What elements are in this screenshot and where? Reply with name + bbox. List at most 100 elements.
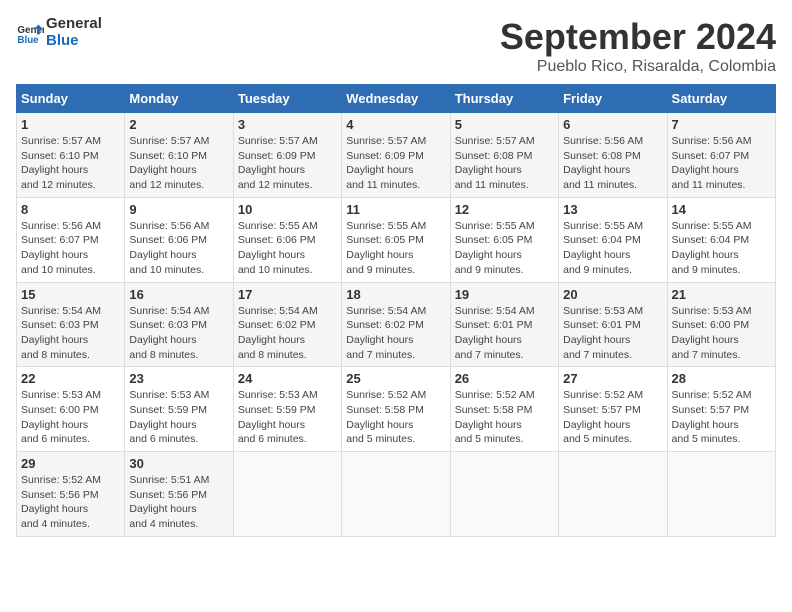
day-info: Sunrise: 5:53 AM Sunset: 6:00 PM Dayligh… (21, 388, 120, 447)
calendar-cell: 1 Sunrise: 5:57 AM Sunset: 6:10 PM Dayli… (17, 113, 125, 198)
day-number: 6 (563, 117, 662, 132)
day-number: 26 (455, 371, 554, 386)
calendar-title: September 2024 (500, 16, 776, 58)
col-tuesday: Tuesday (233, 85, 341, 113)
calendar-cell: 26 Sunrise: 5:52 AM Sunset: 5:58 PM Dayl… (450, 367, 558, 452)
col-thursday: Thursday (450, 85, 558, 113)
calendar-cell: 14 Sunrise: 5:55 AM Sunset: 6:04 PM Dayl… (667, 197, 775, 282)
day-number: 18 (346, 287, 445, 302)
calendar-week-row: 29 Sunrise: 5:52 AM Sunset: 5:56 PM Dayl… (17, 452, 776, 537)
day-info: Sunrise: 5:52 AM Sunset: 5:56 PM Dayligh… (21, 473, 120, 532)
day-number: 22 (21, 371, 120, 386)
day-info: Sunrise: 5:55 AM Sunset: 6:04 PM Dayligh… (672, 219, 771, 278)
day-info: Sunrise: 5:54 AM Sunset: 6:01 PM Dayligh… (455, 304, 554, 363)
day-number: 3 (238, 117, 337, 132)
calendar-cell (559, 452, 667, 537)
col-friday: Friday (559, 85, 667, 113)
day-number: 13 (563, 202, 662, 217)
day-number: 23 (129, 371, 228, 386)
calendar-cell: 7 Sunrise: 5:56 AM Sunset: 6:07 PM Dayli… (667, 113, 775, 198)
calendar-cell: 18 Sunrise: 5:54 AM Sunset: 6:02 PM Dayl… (342, 282, 450, 367)
day-info: Sunrise: 5:54 AM Sunset: 6:02 PM Dayligh… (238, 304, 337, 363)
day-number: 8 (21, 202, 120, 217)
title-section: September 2024 Pueblo Rico, Risaralda, C… (500, 16, 776, 76)
day-number: 1 (21, 117, 120, 132)
day-info: Sunrise: 5:52 AM Sunset: 5:58 PM Dayligh… (455, 388, 554, 447)
day-info: Sunrise: 5:53 AM Sunset: 6:01 PM Dayligh… (563, 304, 662, 363)
day-number: 14 (672, 202, 771, 217)
calendar-cell: 10 Sunrise: 5:55 AM Sunset: 6:06 PM Dayl… (233, 197, 341, 282)
calendar-cell: 6 Sunrise: 5:56 AM Sunset: 6:08 PM Dayli… (559, 113, 667, 198)
day-info: Sunrise: 5:57 AM Sunset: 6:09 PM Dayligh… (346, 134, 445, 193)
day-info: Sunrise: 5:55 AM Sunset: 6:06 PM Dayligh… (238, 219, 337, 278)
logo-blue: Blue (46, 33, 102, 50)
day-number: 21 (672, 287, 771, 302)
day-info: Sunrise: 5:52 AM Sunset: 5:57 PM Dayligh… (672, 388, 771, 447)
day-number: 10 (238, 202, 337, 217)
calendar-cell: 17 Sunrise: 5:54 AM Sunset: 6:02 PM Dayl… (233, 282, 341, 367)
day-number: 16 (129, 287, 228, 302)
day-info: Sunrise: 5:54 AM Sunset: 6:03 PM Dayligh… (129, 304, 228, 363)
day-info: Sunrise: 5:55 AM Sunset: 6:05 PM Dayligh… (346, 219, 445, 278)
calendar-cell (450, 452, 558, 537)
day-info: Sunrise: 5:53 AM Sunset: 5:59 PM Dayligh… (129, 388, 228, 447)
calendar-cell: 27 Sunrise: 5:52 AM Sunset: 5:57 PM Dayl… (559, 367, 667, 452)
day-number: 20 (563, 287, 662, 302)
day-info: Sunrise: 5:57 AM Sunset: 6:10 PM Dayligh… (129, 134, 228, 193)
calendar-cell: 12 Sunrise: 5:55 AM Sunset: 6:05 PM Dayl… (450, 197, 558, 282)
day-number: 29 (21, 456, 120, 471)
day-info: Sunrise: 5:54 AM Sunset: 6:02 PM Dayligh… (346, 304, 445, 363)
calendar-cell: 15 Sunrise: 5:54 AM Sunset: 6:03 PM Dayl… (17, 282, 125, 367)
day-info: Sunrise: 5:57 AM Sunset: 6:08 PM Dayligh… (455, 134, 554, 193)
calendar-cell: 22 Sunrise: 5:53 AM Sunset: 6:00 PM Dayl… (17, 367, 125, 452)
calendar-subtitle: Pueblo Rico, Risaralda, Colombia (500, 58, 776, 76)
calendar-week-row: 1 Sunrise: 5:57 AM Sunset: 6:10 PM Dayli… (17, 113, 776, 198)
calendar-cell: 19 Sunrise: 5:54 AM Sunset: 6:01 PM Dayl… (450, 282, 558, 367)
day-number: 4 (346, 117, 445, 132)
calendar-cell: 4 Sunrise: 5:57 AM Sunset: 6:09 PM Dayli… (342, 113, 450, 198)
day-info: Sunrise: 5:55 AM Sunset: 6:04 PM Dayligh… (563, 219, 662, 278)
logo-icon: General Blue (16, 19, 44, 47)
logo: General Blue General Blue (16, 16, 102, 49)
day-info: Sunrise: 5:53 AM Sunset: 6:00 PM Dayligh… (672, 304, 771, 363)
day-info: Sunrise: 5:52 AM Sunset: 5:57 PM Dayligh… (563, 388, 662, 447)
calendar-header-row: Sunday Monday Tuesday Wednesday Thursday… (17, 85, 776, 113)
calendar-cell: 24 Sunrise: 5:53 AM Sunset: 5:59 PM Dayl… (233, 367, 341, 452)
calendar-table: Sunday Monday Tuesday Wednesday Thursday… (16, 84, 776, 537)
col-monday: Monday (125, 85, 233, 113)
calendar-cell: 20 Sunrise: 5:53 AM Sunset: 6:01 PM Dayl… (559, 282, 667, 367)
day-info: Sunrise: 5:51 AM Sunset: 5:56 PM Dayligh… (129, 473, 228, 532)
day-info: Sunrise: 5:52 AM Sunset: 5:58 PM Dayligh… (346, 388, 445, 447)
day-number: 28 (672, 371, 771, 386)
day-number: 12 (455, 202, 554, 217)
day-number: 2 (129, 117, 228, 132)
calendar-cell: 21 Sunrise: 5:53 AM Sunset: 6:00 PM Dayl… (667, 282, 775, 367)
day-number: 7 (672, 117, 771, 132)
page-header: General Blue General Blue September 2024… (16, 16, 776, 76)
calendar-cell: 30 Sunrise: 5:51 AM Sunset: 5:56 PM Dayl… (125, 452, 233, 537)
calendar-cell: 23 Sunrise: 5:53 AM Sunset: 5:59 PM Dayl… (125, 367, 233, 452)
day-info: Sunrise: 5:56 AM Sunset: 6:06 PM Dayligh… (129, 219, 228, 278)
calendar-week-row: 15 Sunrise: 5:54 AM Sunset: 6:03 PM Dayl… (17, 282, 776, 367)
day-number: 27 (563, 371, 662, 386)
day-info: Sunrise: 5:55 AM Sunset: 6:05 PM Dayligh… (455, 219, 554, 278)
day-info: Sunrise: 5:57 AM Sunset: 6:09 PM Dayligh… (238, 134, 337, 193)
day-number: 9 (129, 202, 228, 217)
calendar-cell: 3 Sunrise: 5:57 AM Sunset: 6:09 PM Dayli… (233, 113, 341, 198)
day-number: 17 (238, 287, 337, 302)
day-info: Sunrise: 5:56 AM Sunset: 6:07 PM Dayligh… (672, 134, 771, 193)
day-number: 30 (129, 456, 228, 471)
day-number: 25 (346, 371, 445, 386)
day-number: 15 (21, 287, 120, 302)
col-saturday: Saturday (667, 85, 775, 113)
calendar-cell: 9 Sunrise: 5:56 AM Sunset: 6:06 PM Dayli… (125, 197, 233, 282)
calendar-cell (342, 452, 450, 537)
calendar-week-row: 8 Sunrise: 5:56 AM Sunset: 6:07 PM Dayli… (17, 197, 776, 282)
day-number: 24 (238, 371, 337, 386)
calendar-cell: 28 Sunrise: 5:52 AM Sunset: 5:57 PM Dayl… (667, 367, 775, 452)
calendar-cell (667, 452, 775, 537)
calendar-cell: 13 Sunrise: 5:55 AM Sunset: 6:04 PM Dayl… (559, 197, 667, 282)
calendar-cell: 29 Sunrise: 5:52 AM Sunset: 5:56 PM Dayl… (17, 452, 125, 537)
day-info: Sunrise: 5:56 AM Sunset: 6:08 PM Dayligh… (563, 134, 662, 193)
day-info: Sunrise: 5:54 AM Sunset: 6:03 PM Dayligh… (21, 304, 120, 363)
